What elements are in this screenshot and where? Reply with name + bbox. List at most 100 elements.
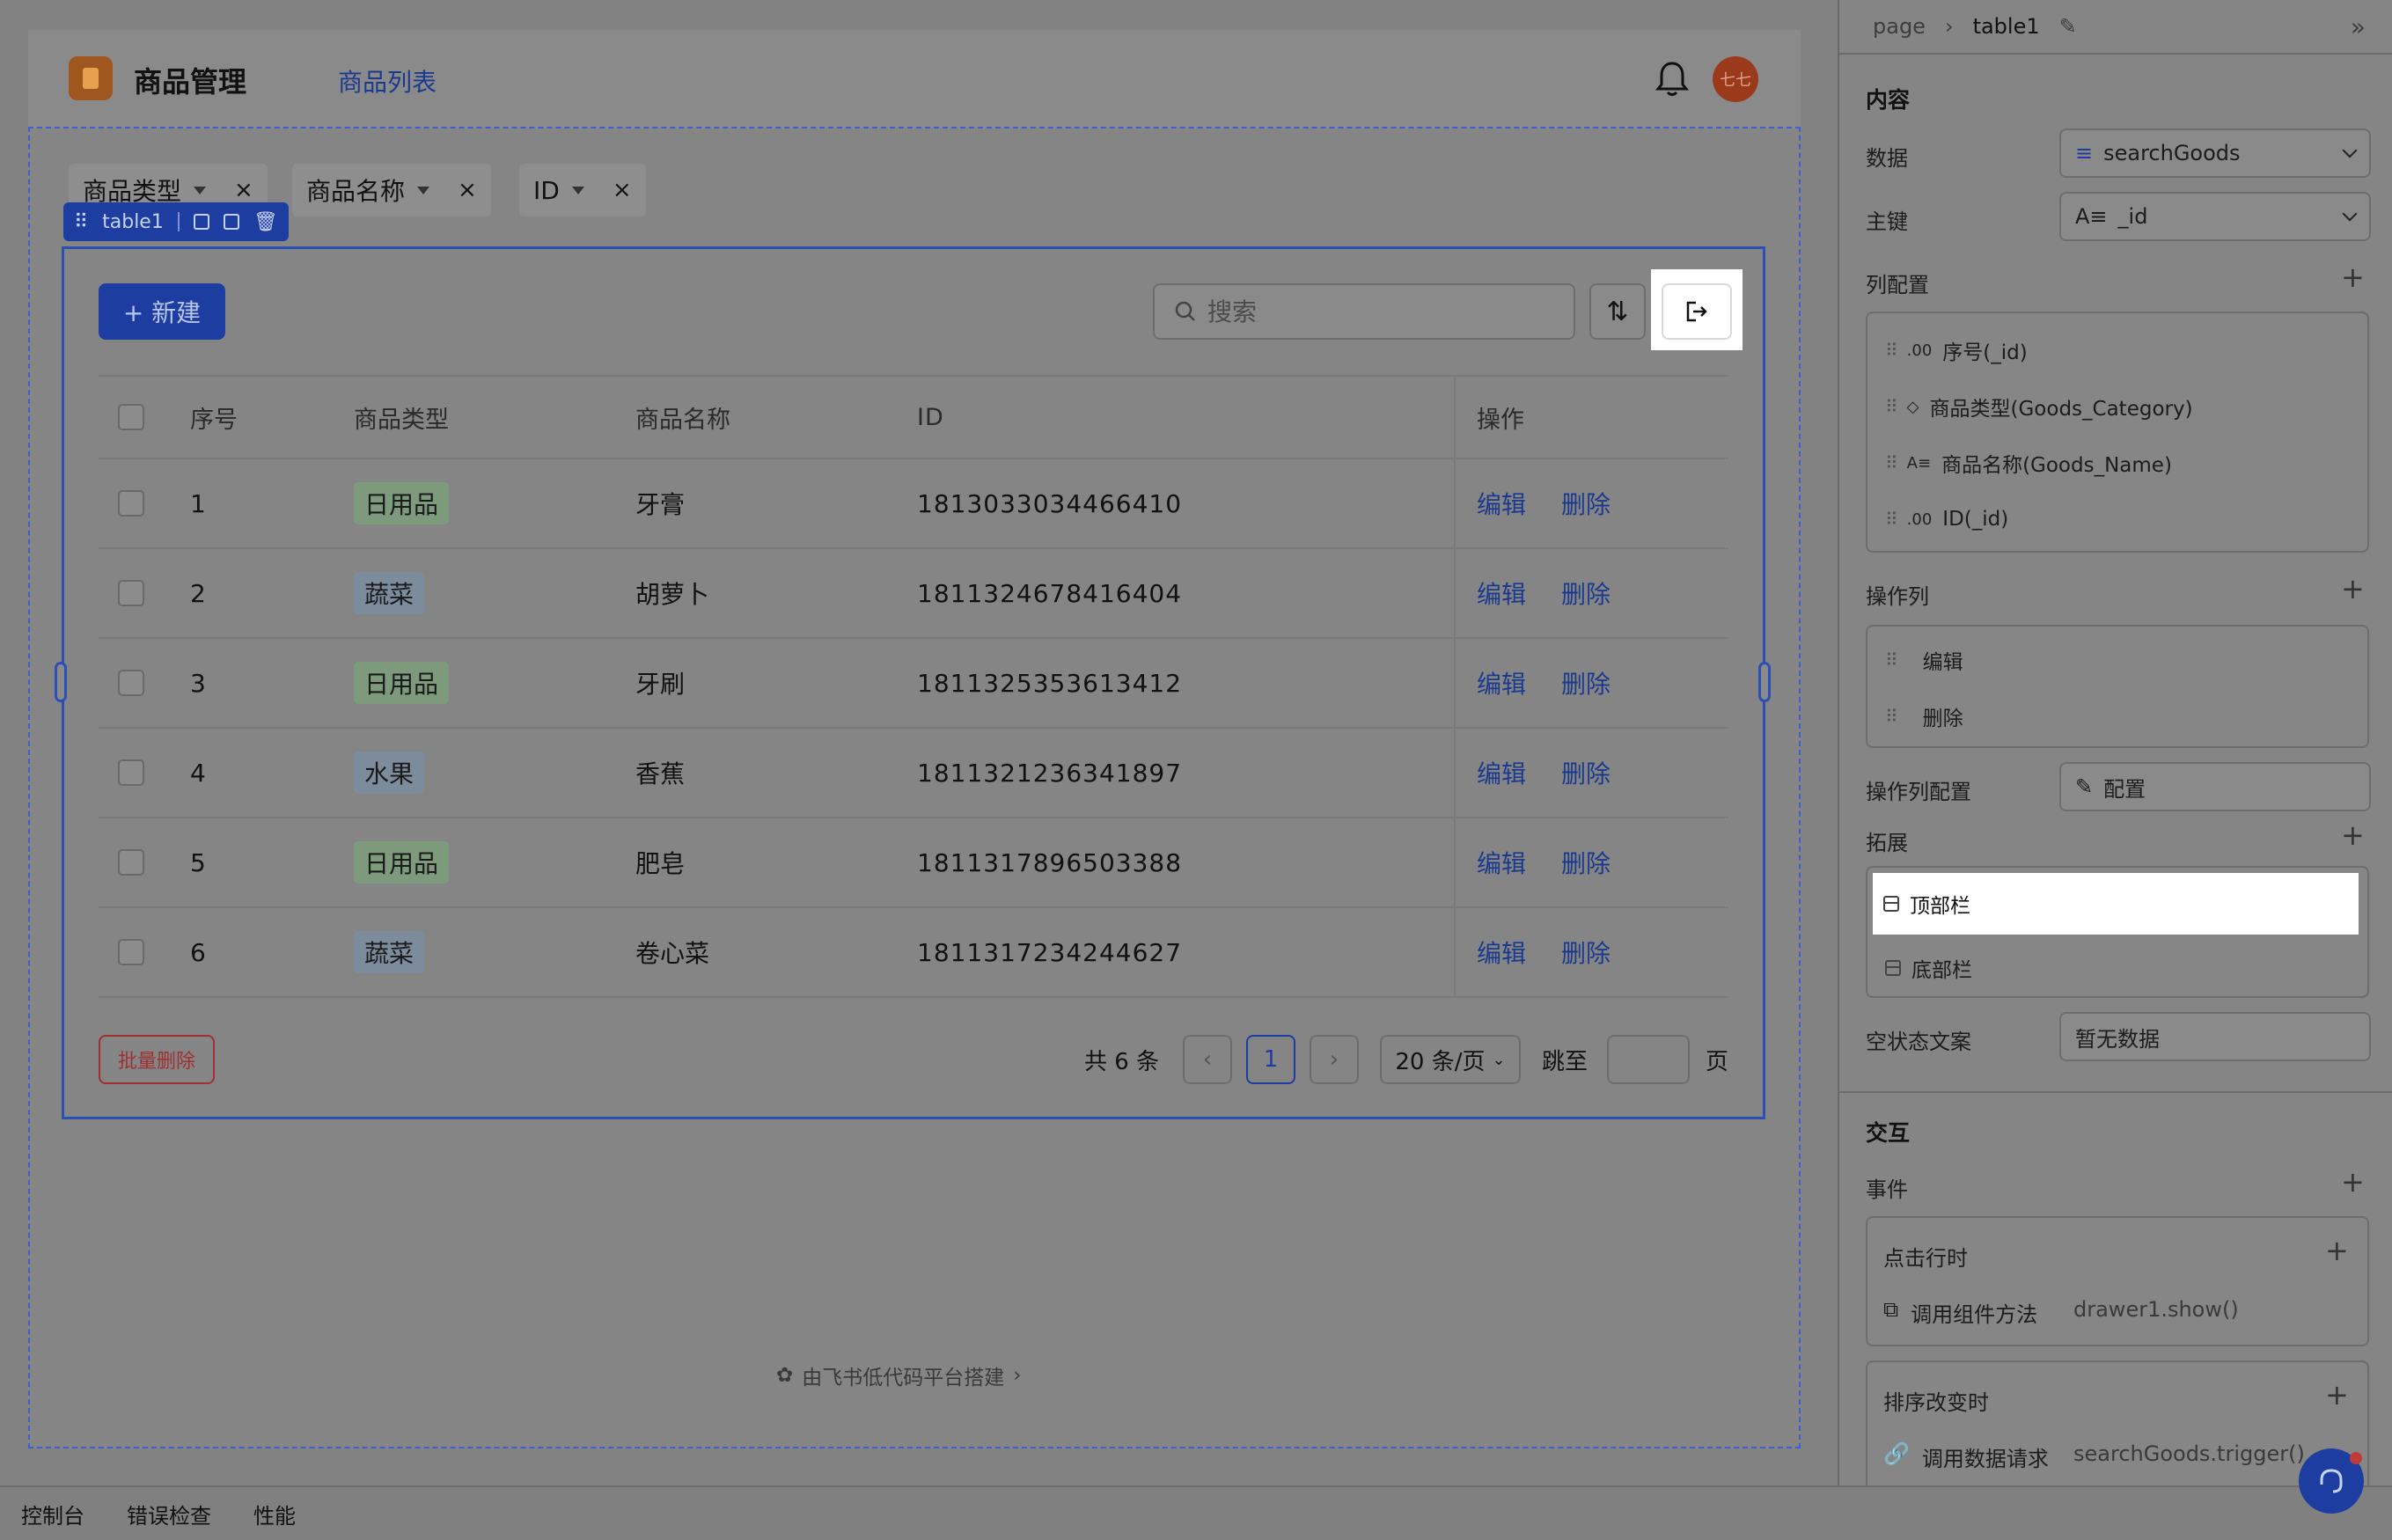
header-id: ID xyxy=(917,403,944,431)
column-item[interactable]: ⠿ .00 ID(_id) xyxy=(1867,491,2367,547)
edit-icon[interactable]: ✎ xyxy=(2059,14,2077,39)
cell-id: 1811317896503388 xyxy=(917,847,1183,877)
row-checkbox[interactable] xyxy=(118,490,144,517)
event-action-label: 调用组件方法 xyxy=(1911,1302,2038,1327)
pager-page-1[interactable]: 1 xyxy=(1246,1035,1295,1084)
table-row[interactable]: 1 日用品 牙膏 1813033034466410 编辑 删除 xyxy=(99,459,1728,549)
data-source-select[interactable]: ≡ searchGoods xyxy=(2059,128,2371,178)
table-row[interactable]: 5 日用品 肥皂 1811317896503388 编辑 删除 xyxy=(99,818,1728,908)
component-label[interactable]: ⠿ table1 🗑 xyxy=(63,202,289,241)
close-icon[interactable]: × xyxy=(458,177,477,203)
delete-link[interactable]: 删除 xyxy=(1561,845,1611,880)
new-button[interactable]: + 新建 xyxy=(99,283,225,340)
table-body: 1 日用品 牙膏 1813033034466410 编辑 删除 2 蔬菜 胡萝卜 18113246… xyxy=(99,459,1728,998)
column-item[interactable]: ⠿ A≡ 商品名称(Goods_Name) xyxy=(1867,435,2367,491)
header-name: 商品名称 xyxy=(635,406,730,434)
close-icon[interactable]: × xyxy=(234,177,253,203)
row-checkbox[interactable] xyxy=(118,580,144,606)
action-column-item[interactable]: ⠿ 删除 xyxy=(1867,688,2367,744)
section-content-title: 内容 xyxy=(1866,87,1911,113)
action-column-item[interactable]: ⠿ 编辑 xyxy=(1867,632,2367,688)
sort-button[interactable]: ⇅ xyxy=(1589,283,1646,340)
extend-item-topbar[interactable]: 顶部栏 xyxy=(1873,873,2359,935)
export-icon xyxy=(1686,301,1707,322)
tab-performance[interactable]: 性能 xyxy=(253,1499,296,1529)
drag-handle-icon[interactable]: ⠿ xyxy=(1885,706,1898,727)
delete-link[interactable]: 删除 xyxy=(1561,576,1611,611)
search-input[interactable] xyxy=(1207,297,1542,326)
pager-next-button[interactable]: › xyxy=(1310,1035,1359,1084)
columns-label: 列配置 xyxy=(1866,273,1929,297)
chevron-down-icon xyxy=(2342,143,2358,158)
edit-link[interactable]: 编辑 xyxy=(1477,845,1526,880)
edit-link[interactable]: 编辑 xyxy=(1477,486,1526,521)
drag-handle-icon[interactable]: ⠿ xyxy=(1885,509,1898,530)
edit-link[interactable]: 编辑 xyxy=(1477,665,1526,700)
event-action[interactable]: ⧉ 调用组件方法 xyxy=(1883,1297,2037,1328)
drag-handle-icon[interactable]: ⠿ xyxy=(1885,340,1898,361)
delete-link[interactable]: 删除 xyxy=(1561,755,1611,790)
primary-key-select[interactable]: A≡ _id xyxy=(2059,192,2371,241)
column-item[interactable]: ⠿ ◇ 商品类型(Goods_Category) xyxy=(1867,378,2367,435)
edit-link[interactable]: 编辑 xyxy=(1477,576,1526,611)
delete-link[interactable]: 删除 xyxy=(1561,665,1611,700)
jump-input-wrap xyxy=(1607,1035,1690,1084)
row-checkbox[interactable] xyxy=(118,670,144,696)
tab-console[interactable]: 控制台 xyxy=(21,1499,84,1529)
pager-prev-button[interactable]: ‹ xyxy=(1183,1035,1232,1084)
type-tag: 水果 xyxy=(354,752,425,794)
extend-item-bottombar[interactable]: 底部栏 xyxy=(1867,940,1972,996)
drag-handle-icon[interactable]: ⠿ xyxy=(1885,452,1898,473)
close-icon[interactable]: × xyxy=(613,177,632,203)
page-size-select[interactable]: 20 条/页 ⌄ xyxy=(1380,1035,1521,1084)
add-event-icon[interactable]: + xyxy=(2341,1165,2365,1199)
copy-icon[interactable] xyxy=(193,214,209,230)
action-config-button[interactable]: ✎ 配置 xyxy=(2059,762,2371,811)
event-action[interactable]: 🔗 调用数据请求 xyxy=(1883,1441,2049,1472)
edit-link[interactable]: 编辑 xyxy=(1477,935,1526,970)
delete-link[interactable]: 删除 xyxy=(1561,935,1611,970)
nav-item-goods-list[interactable]: 商品列表 xyxy=(338,63,437,99)
drag-handle-icon[interactable]: ⠿ xyxy=(1885,396,1898,417)
delete-link[interactable]: 删除 xyxy=(1561,486,1611,521)
row-checkbox[interactable] xyxy=(118,759,144,786)
action-config-btn-label: 配置 xyxy=(2103,776,2146,802)
add-extend-icon[interactable]: + xyxy=(2341,818,2365,852)
table-row[interactable]: 6 蔬菜 卷心菜 1811317234244627 编辑 删除 xyxy=(99,908,1728,998)
column-item[interactable]: ⠿ .00 序号(_id) xyxy=(1867,322,2367,378)
powered-by[interactable]: ✿ 由飞书低代码平台搭建 › xyxy=(776,1360,1021,1390)
table-row[interactable]: 2 蔬菜 胡萝卜 1811324678416404 编辑 删除 xyxy=(99,549,1728,639)
export-button[interactable] xyxy=(1662,283,1732,340)
drag-handle-icon[interactable]: ⠿ xyxy=(1885,649,1898,671)
table-row[interactable]: 3 日用品 牙刷 1811325353613412 编辑 删除 xyxy=(99,639,1728,729)
duplicate-icon[interactable] xyxy=(223,214,239,230)
row-checkbox[interactable] xyxy=(118,849,144,876)
add-action-column-icon[interactable]: + xyxy=(2341,572,2365,605)
resize-handle-right[interactable] xyxy=(1758,662,1771,702)
table-row[interactable]: 4 水果 香蕉 1811321236341897 编辑 删除 xyxy=(99,729,1728,818)
breadcrumb-root[interactable]: page xyxy=(1873,14,1926,39)
bell-icon[interactable] xyxy=(1655,60,1690,99)
help-button[interactable] xyxy=(2299,1448,2364,1514)
powered-by-text: 由飞书低代码平台搭建 xyxy=(802,1367,1005,1390)
edit-link[interactable]: 编辑 xyxy=(1477,755,1526,790)
drag-handle-icon[interactable]: ⠿ xyxy=(74,211,88,233)
add-action-icon[interactable]: + xyxy=(2325,1234,2349,1267)
trash-icon[interactable]: 🗑 xyxy=(253,211,278,233)
search-box[interactable] xyxy=(1153,283,1575,340)
filter-chip-id[interactable]: ID × xyxy=(519,164,646,216)
tab-error-check[interactable]: 错误检查 xyxy=(127,1499,211,1529)
batch-delete-button[interactable]: 批量删除 xyxy=(99,1035,215,1084)
jump-page-input[interactable] xyxy=(1607,1035,1690,1084)
add-action-icon[interactable]: + xyxy=(2325,1378,2349,1412)
avatar[interactable]: 七七 xyxy=(1713,56,1758,102)
filter-chip-name[interactable]: 商品名称 × xyxy=(292,164,491,216)
event-row-click: 点击行时 + ⧉ 调用组件方法 drawer1.show() xyxy=(1866,1216,2369,1346)
action-config-label: 操作列配置 xyxy=(1866,780,1971,804)
collapse-icon[interactable]: » xyxy=(2351,12,2366,41)
add-column-icon[interactable]: + xyxy=(2341,260,2365,294)
resize-handle-left[interactable] xyxy=(55,662,67,702)
row-checkbox[interactable] xyxy=(118,939,144,965)
empty-state-input[interactable]: 暂无数据 xyxy=(2059,1012,2371,1061)
select-all-checkbox[interactable] xyxy=(118,404,144,430)
